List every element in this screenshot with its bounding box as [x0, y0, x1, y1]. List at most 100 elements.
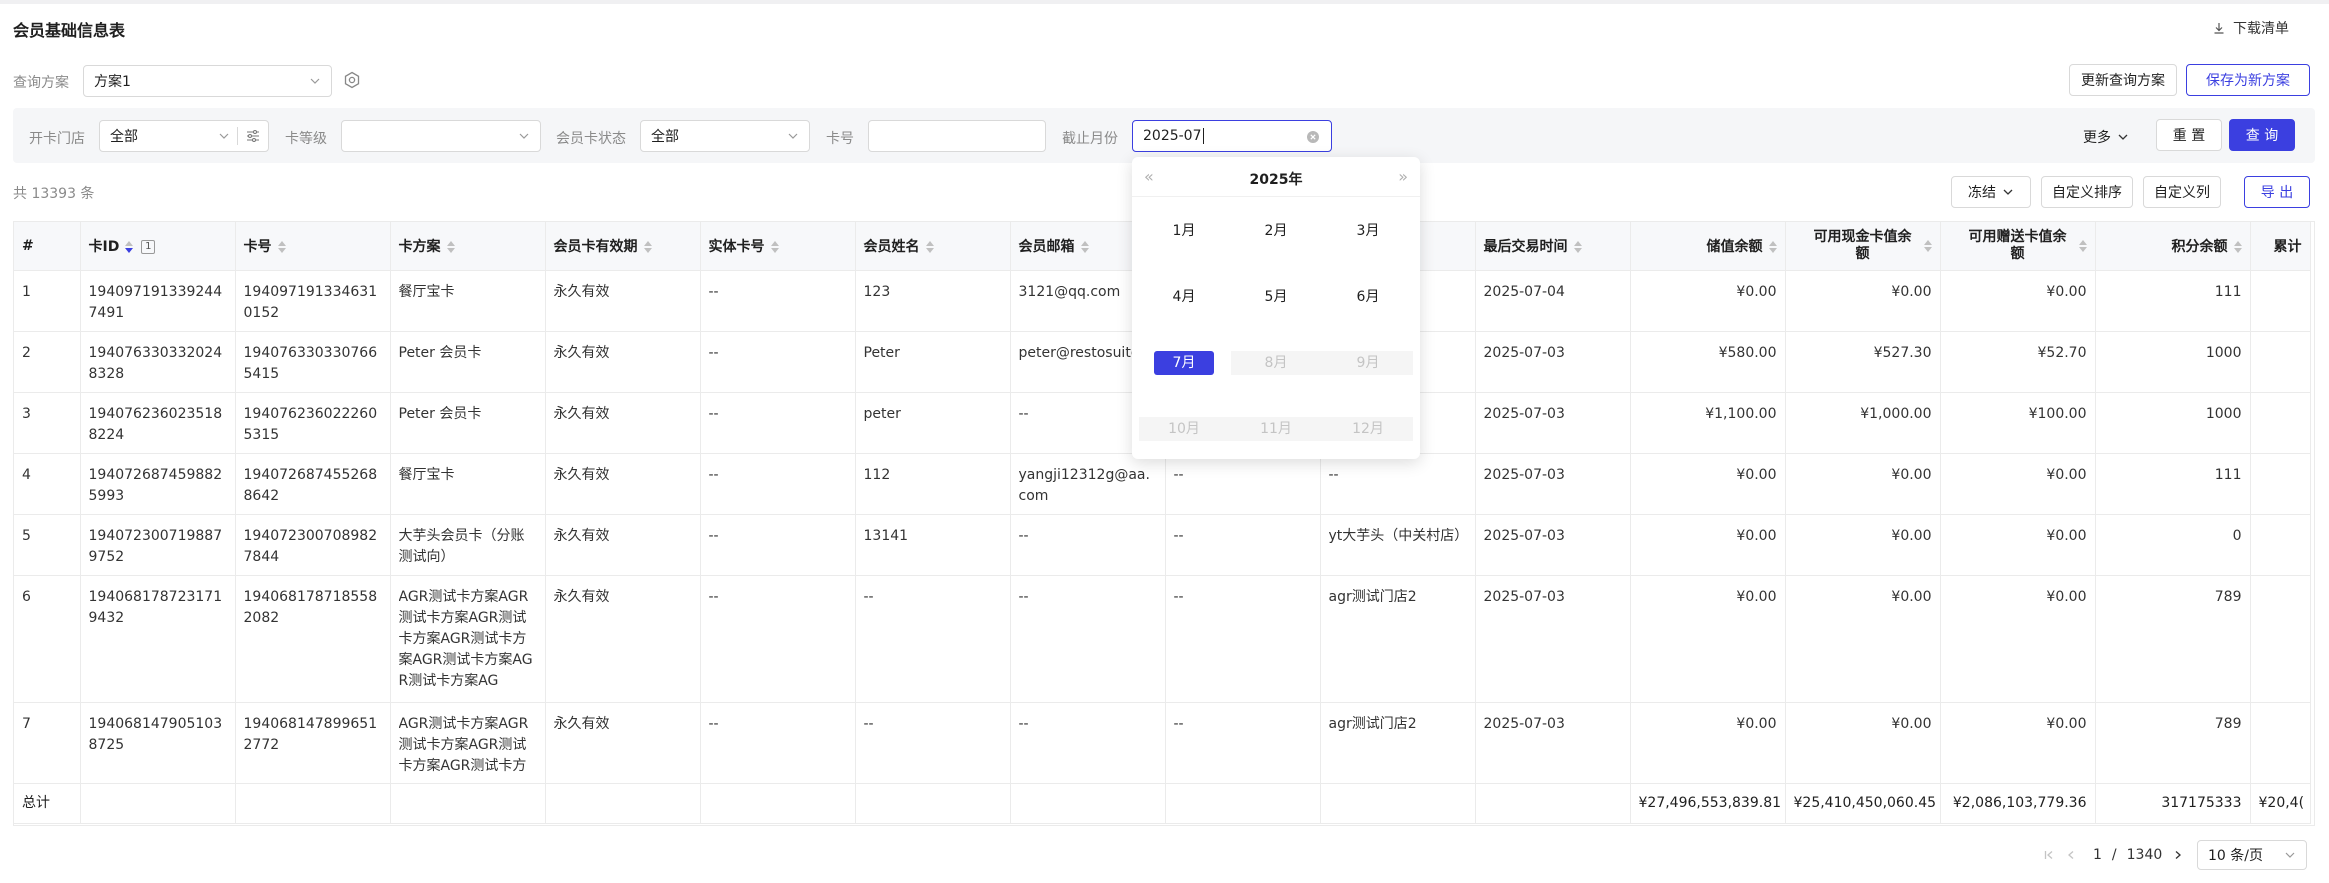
column-header[interactable]: # — [14, 222, 81, 271]
table-row[interactable]: 7 1940681479051038725 1940681478996512772 A… — [14, 702, 2311, 784]
card-status-value: 全部 — [651, 129, 679, 145]
table-cell: ¥0.00 — [1630, 270, 1786, 332]
table-cell: ¥580.00 — [1630, 331, 1786, 393]
table-cell: ¥0.00 — [1630, 453, 1786, 515]
column-header[interactable]: 实体卡号 — [700, 222, 856, 271]
column-header[interactable]: 可用赠送卡值余额 — [1940, 222, 2096, 271]
table-cell: yangji12312g@aa.com — [1010, 453, 1166, 515]
table-cell: 2025-07-03 — [1475, 514, 1631, 576]
table-cell: -- — [855, 575, 1011, 703]
more-filters-button[interactable]: 更多 — [2083, 127, 2129, 147]
sort-order-badge: 1 — [141, 239, 156, 254]
column-header[interactable]: 卡ID 1 — [80, 222, 236, 271]
double-chevron-right-icon[interactable]: » — [1398, 167, 1408, 186]
cell-text: ¥0.00 — [1891, 715, 1932, 732]
month-cell[interactable]: 6月 — [1338, 285, 1398, 309]
update-scheme-button[interactable]: 更新查询方案 — [2069, 64, 2177, 96]
sort-icon[interactable] — [2078, 239, 2087, 252]
total-cell — [235, 783, 391, 824]
save-new-scheme-button[interactable]: 保存为新方案 — [2186, 64, 2310, 96]
month-cell[interactable]: 7月 — [1154, 351, 1214, 375]
sort-icon[interactable] — [277, 240, 286, 253]
column-header[interactable]: 卡方案 — [390, 222, 546, 271]
scheme-label: 查询方案 — [13, 75, 69, 91]
sort-icon[interactable] — [1080, 240, 1089, 253]
table-cell: 大芋头会员卡（分账测试向） — [390, 514, 546, 576]
cell-text: AGR测试卡方案AGR测试卡方案AGR测试卡方案AGR测试卡方案AGR测试卡方案… — [398, 588, 533, 689]
month-cell[interactable]: 3月 — [1338, 219, 1398, 243]
end-month-input[interactable]: 2025-07 — [1132, 120, 1332, 152]
table-cell: 2025-07-03 — [1475, 575, 1631, 703]
first-page-icon[interactable] — [2043, 849, 2055, 861]
freeze-button[interactable]: 冻结 — [1951, 176, 2031, 208]
table-cell: 餐厅宝卡 — [390, 270, 546, 332]
table-row[interactable]: 6 1940681787231719432 1940681787185582082 A… — [14, 575, 2311, 703]
table-cell: agr测试门店2 — [1320, 702, 1476, 784]
table-row[interactable]: 4 1940726874598825993 1940726874552688642 餐… — [14, 453, 2311, 515]
export-button[interactable]: 导 出 — [2244, 176, 2310, 208]
scheme-select[interactable]: 方案1 — [83, 65, 332, 97]
download-list-label: 下载清单 — [2233, 21, 2289, 37]
table-cell: ¥1,100.00 — [1630, 392, 1786, 454]
cell-text: 大芋头会员卡（分账测试向） — [398, 527, 525, 565]
sort-icon[interactable] — [125, 240, 134, 253]
month-cell[interactable]: 2月 — [1246, 219, 1306, 243]
sort-icon[interactable] — [1573, 240, 1582, 253]
sort-icon[interactable] — [1923, 239, 1932, 252]
sort-icon[interactable] — [925, 240, 934, 253]
cell-text: 13141 — [863, 527, 909, 544]
download-list-button[interactable]: 下载清单 — [2213, 18, 2289, 38]
sort-icon[interactable] — [2233, 240, 2242, 253]
column-header[interactable]: 最后交易时间 — [1475, 222, 1631, 271]
month-cell[interactable]: 1月 — [1154, 219, 1214, 243]
table-cell: ¥0.00 — [1630, 514, 1786, 576]
custom-sort-button[interactable]: 自定义排序 — [2041, 176, 2133, 208]
settings-gear-icon[interactable] — [343, 71, 361, 89]
month-cell: 11月 — [1260, 421, 1292, 437]
table-cell: 1 — [14, 270, 81, 332]
reset-button[interactable]: 重 置 — [2156, 119, 2222, 151]
card-level-select[interactable] — [341, 120, 541, 152]
prev-page-icon[interactable] — [2065, 849, 2077, 861]
store-filter-label: 开卡门店 — [29, 131, 85, 147]
cell-text: ¥0.00 — [1736, 715, 1777, 732]
column-header[interactable]: 会员卡有效期 — [545, 222, 701, 271]
sort-icon[interactable] — [446, 240, 455, 253]
cell-text: 1940763303320248328 — [88, 344, 223, 382]
store-filter-select[interactable]: 全部 — [99, 120, 269, 152]
column-header[interactable]: 积分余额 — [2095, 222, 2251, 271]
cell-text: ¥0.00 — [1891, 527, 1932, 544]
table-cell: ¥0.00 — [1785, 270, 1941, 332]
table-cell: 1940726874598825993 — [80, 453, 236, 515]
sort-icon[interactable] — [1768, 240, 1777, 253]
query-button[interactable]: 查 询 — [2229, 119, 2295, 151]
column-header[interactable]: 储值余额 — [1630, 222, 1786, 271]
card-status-select[interactable]: 全部 — [640, 120, 810, 152]
card-number-input[interactable] — [868, 120, 1046, 152]
next-page-icon[interactable] — [2172, 849, 2184, 861]
filter-settings-icon[interactable] — [246, 129, 260, 143]
page-size-select[interactable]: 10 条/页 — [2197, 840, 2307, 870]
table-cell: 1940763303307665415 — [235, 331, 391, 393]
sort-icon[interactable] — [770, 240, 779, 253]
month-cell[interactable]: 4月 — [1154, 285, 1214, 309]
cell-text: ¥0.00 — [1891, 283, 1932, 300]
cell-text: 1940726874552688642 — [243, 466, 378, 504]
table-cell: 1940723007198879752 — [80, 514, 236, 576]
cell-text — [2259, 587, 2302, 702]
column-header[interactable]: 卡号 — [235, 222, 391, 271]
month-cell[interactable]: 5月 — [1246, 285, 1306, 309]
table-cell: 789 — [2095, 575, 2251, 703]
cell-text — [2259, 714, 2302, 783]
column-header[interactable]: 会员姓名 — [855, 222, 1011, 271]
column-header[interactable]: 可用现金卡值余额 — [1785, 222, 1941, 271]
table-row[interactable]: 5 1940723007198879752 1940723007089827844 大… — [14, 514, 2311, 576]
custom-columns-button[interactable]: 自定义列 — [2143, 176, 2221, 208]
cell-text: -- — [863, 715, 874, 732]
clear-icon[interactable] — [1306, 130, 1320, 144]
table-cell: Peter 会员卡 — [390, 331, 546, 393]
column-header[interactable]: 累计 — [2250, 222, 2311, 271]
current-page[interactable]: 1 — [2093, 847, 2102, 863]
sort-icon[interactable] — [643, 240, 652, 253]
card-number-label: 卡号 — [826, 131, 854, 147]
